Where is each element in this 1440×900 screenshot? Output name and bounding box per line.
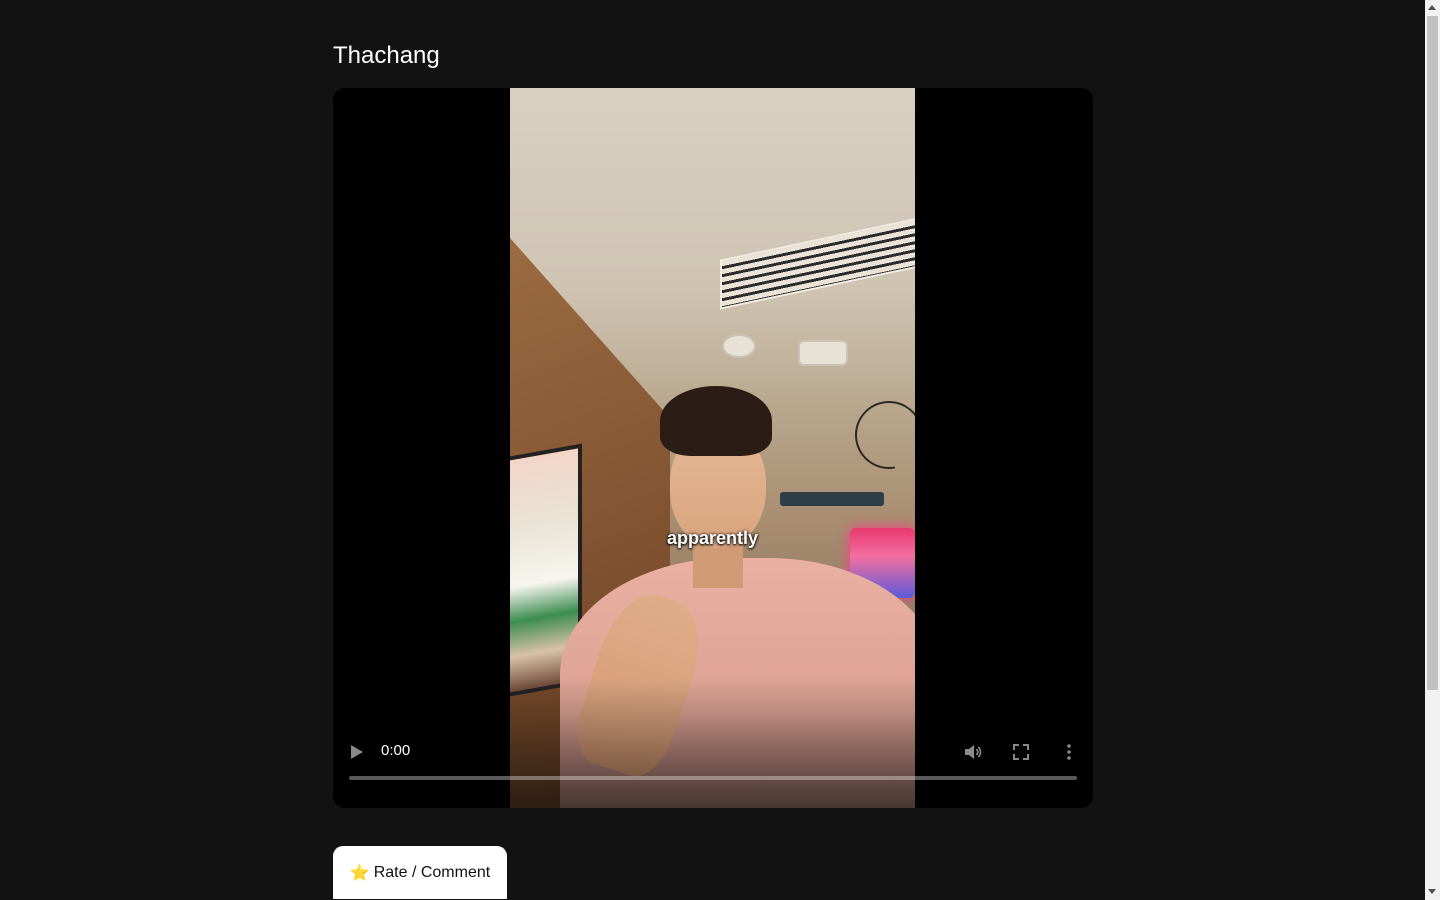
scroll-down-icon[interactable] [1428, 889, 1436, 894]
page: Thachang apparently 0:00 ⭐ Rate / Commen… [0, 0, 1440, 900]
progress-bar[interactable] [349, 776, 1077, 780]
video-caption: apparently [666, 528, 759, 548]
scene-ceiling-light [722, 334, 756, 358]
scrollbar-thumb[interactable] [1427, 16, 1438, 690]
scene-sign [780, 492, 884, 506]
video-frame[interactable]: apparently [510, 88, 915, 808]
play-icon[interactable] [350, 744, 364, 760]
more-options-icon[interactable] [1059, 742, 1079, 762]
video-controls: 0:00 [333, 728, 1093, 808]
rate-comment-button[interactable]: ⭐ Rate / Comment [333, 846, 507, 899]
scene-ceiling-vent [720, 216, 915, 310]
star-icon: ⭐ [349, 864, 370, 882]
scene-smoke-detector [798, 340, 848, 366]
volume-icon[interactable] [963, 742, 983, 762]
page-title: Thachang [333, 42, 440, 69]
scroll-up-icon[interactable] [1428, 5, 1436, 10]
video-player[interactable]: apparently 0:00 [333, 88, 1093, 808]
fullscreen-icon[interactable] [1011, 742, 1031, 762]
page-scrollbar[interactable] [1425, 0, 1440, 900]
rate-comment-label: Rate / Comment [373, 863, 491, 881]
time-display: 0:00 [381, 742, 411, 759]
scene-person-hair [660, 386, 772, 456]
loading-spinner-icon [841, 387, 915, 483]
